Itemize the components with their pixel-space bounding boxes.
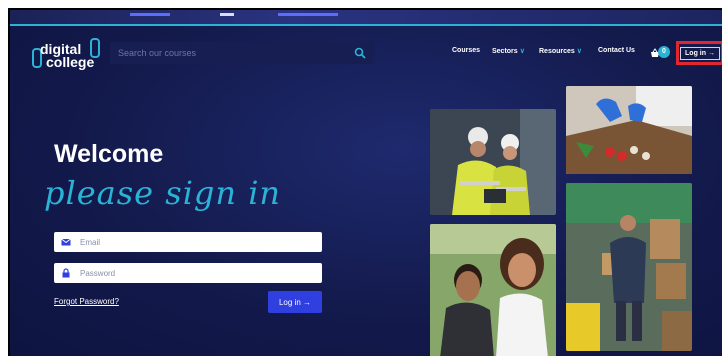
nav-resources-label: Resources	[539, 48, 575, 55]
header-login-highlight: Log in →	[676, 41, 722, 65]
photo-hospitality-staff	[430, 224, 556, 356]
forgot-password-link[interactable]: Forgot Password?	[54, 297, 119, 306]
search-input[interactable]	[110, 42, 350, 64]
strip-accent	[278, 13, 338, 16]
password-field-container	[54, 263, 322, 283]
email-field[interactable]	[80, 232, 316, 252]
nav-sectors[interactable]: Sectors ∨	[492, 47, 525, 59]
sign-in-subtitle: please sign in	[44, 174, 282, 212]
nav-resources[interactable]: Resources ∨	[539, 47, 582, 59]
photo-warehouse-worker	[566, 183, 692, 351]
basket-count-badge: 0	[658, 46, 670, 58]
page-frame: digital college Courses Sectors∨ Resourc…	[8, 8, 722, 356]
warehouse-image	[566, 183, 692, 351]
chef-image	[566, 86, 692, 174]
logo-text-line2: college	[46, 54, 95, 70]
nav-contact-us[interactable]: Contact Us	[598, 47, 635, 59]
header-accent-line	[10, 24, 722, 26]
chevron-down-icon: ∨	[576, 48, 582, 55]
chevron-down-icon: ∨	[519, 48, 525, 55]
photo-engineers	[430, 109, 556, 215]
nav-courses[interactable]: Courses	[452, 47, 480, 59]
lock-icon	[62, 268, 70, 278]
basket[interactable]: 0	[650, 46, 670, 60]
top-strip	[10, 10, 722, 24]
engineers-image	[430, 109, 556, 215]
search-bar	[110, 42, 374, 64]
header-login-button[interactable]: Log in →	[680, 46, 720, 60]
password-field[interactable]	[80, 263, 316, 283]
nav-sectors-label: Sectors	[492, 48, 518, 55]
search-icon[interactable]	[354, 47, 366, 59]
photo-chef	[566, 86, 692, 174]
envelope-icon	[61, 238, 71, 246]
email-field-container	[54, 232, 322, 252]
hospitality-image	[430, 224, 556, 356]
strip-accent	[130, 13, 170, 16]
digital-college-logo[interactable]: digital college	[32, 36, 104, 74]
welcome-heading: Welcome	[54, 140, 164, 168]
login-button[interactable]: Log in →	[268, 291, 322, 313]
strip-accent	[220, 13, 234, 16]
